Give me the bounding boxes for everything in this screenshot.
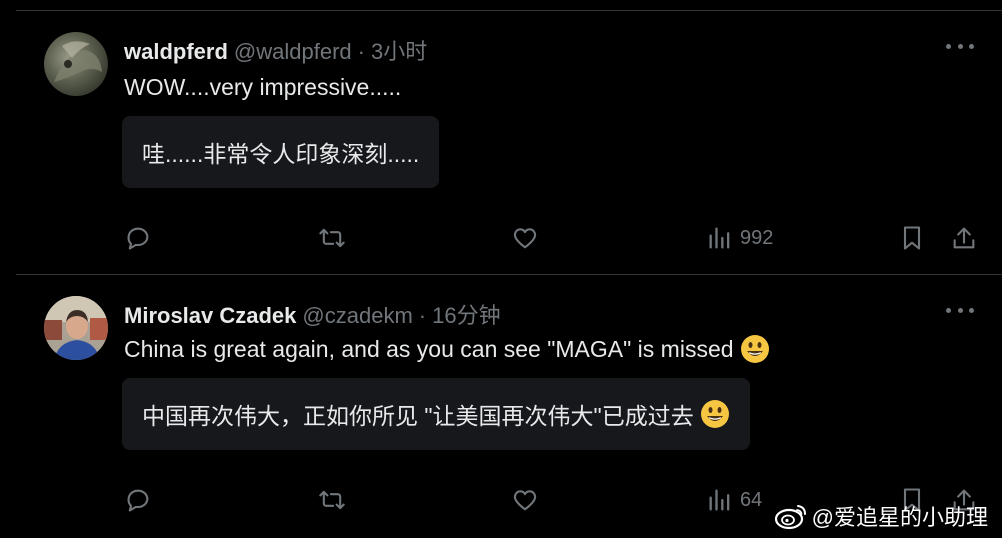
separator: · bbox=[357, 39, 365, 64]
top-divider bbox=[16, 10, 1002, 11]
views-button[interactable]: 64 bbox=[706, 480, 762, 520]
like-icon bbox=[513, 228, 537, 249]
more-icon[interactable] bbox=[946, 300, 974, 320]
bookmark-icon bbox=[903, 226, 921, 250]
translation-text: 中国再次伟大，正如你所见 "让美国再次伟大"已成过去 bbox=[142, 403, 694, 429]
like-icon bbox=[513, 490, 537, 511]
grinning-face-emoji bbox=[740, 334, 770, 364]
views-icon bbox=[709, 489, 730, 511]
user-handle[interactable]: @waldpferd bbox=[234, 39, 352, 65]
watermark-text: @爱追星的小助理 bbox=[811, 505, 988, 530]
tweet-text: WOW....very impressive..... bbox=[124, 72, 401, 102]
timestamp[interactable]: 16分钟 bbox=[432, 298, 500, 330]
views-icon bbox=[709, 227, 730, 249]
user-handle[interactable]: @czadekm bbox=[302, 303, 412, 329]
avatar-image bbox=[44, 296, 108, 360]
tweet-header: waldpferd @waldpferd · 3小时 bbox=[124, 34, 427, 64]
display-name[interactable]: Miroslav Czadek bbox=[124, 303, 296, 329]
timeline: waldpferd @waldpferd · 3小时 WOW....very i… bbox=[0, 0, 1002, 538]
translation-box: 哇......非常令人印象深刻..... bbox=[122, 116, 440, 188]
grinning-face-emoji bbox=[700, 399, 730, 429]
like-button[interactable] bbox=[511, 480, 539, 520]
timestamp[interactable]: 3小时 bbox=[371, 34, 427, 66]
retweet-icon bbox=[319, 228, 345, 248]
view-count: 64 bbox=[740, 488, 763, 511]
watermark: @爱追星的小助理 bbox=[774, 500, 988, 532]
tweet-text-content: WOW....very impressive..... bbox=[124, 73, 402, 100]
tweet-text: China is great again, and as you can see… bbox=[124, 332, 770, 366]
weibo-logo-icon bbox=[774, 505, 806, 530]
reply-button[interactable] bbox=[124, 480, 152, 520]
bookmark-button[interactable] bbox=[898, 218, 926, 258]
display-name[interactable]: waldpferd bbox=[124, 39, 228, 65]
tweet[interactable]: waldpferd @waldpferd · 3小时 WOW....very i… bbox=[0, 32, 1002, 274]
retweet-icon bbox=[319, 490, 345, 510]
retweet-button[interactable] bbox=[318, 218, 346, 258]
translation-text: 哇......非常令人印象深刻..... bbox=[142, 141, 420, 167]
tweet-text-content: China is great again, and as you can see… bbox=[124, 335, 734, 362]
reply-button[interactable] bbox=[124, 218, 152, 258]
action-bar: 992 bbox=[0, 218, 1002, 258]
avatar[interactable] bbox=[44, 296, 108, 360]
retweet-button[interactable] bbox=[318, 480, 346, 520]
translation-box: 中国再次伟大，正如你所见 "让美国再次伟大"已成过去 bbox=[122, 378, 750, 450]
avatar[interactable] bbox=[44, 32, 108, 96]
reply-icon bbox=[127, 227, 149, 250]
avatar-image bbox=[44, 32, 108, 96]
view-count: 992 bbox=[740, 226, 774, 249]
more-icon[interactable] bbox=[946, 36, 974, 56]
share-icon bbox=[953, 227, 975, 249]
tweet-divider bbox=[16, 274, 1002, 275]
tweet-header: Miroslav Czadek @czadekm · 16分钟 bbox=[124, 298, 501, 328]
views-button[interactable]: 992 bbox=[706, 218, 773, 258]
share-button[interactable] bbox=[950, 218, 978, 258]
reply-icon bbox=[127, 489, 149, 512]
separator: · bbox=[418, 303, 427, 328]
like-button[interactable] bbox=[511, 218, 539, 258]
